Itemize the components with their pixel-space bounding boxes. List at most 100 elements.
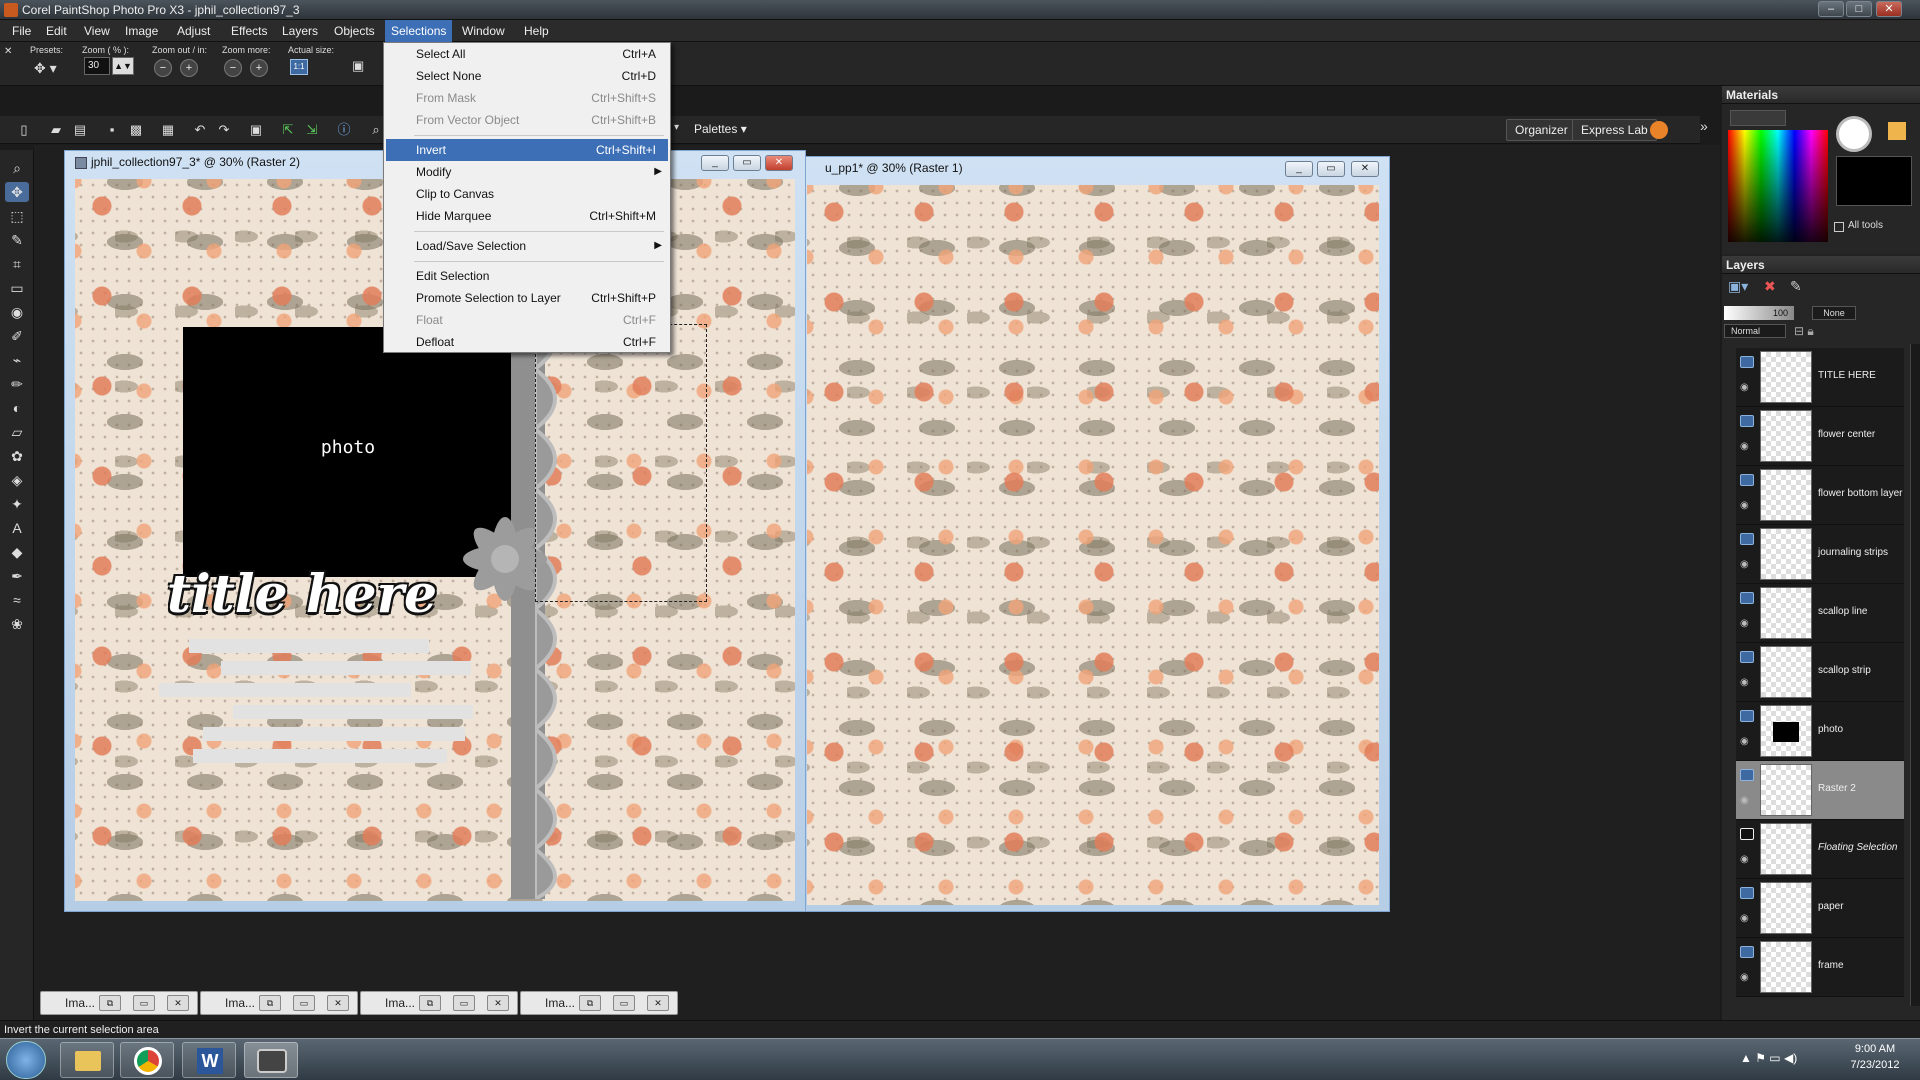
eye-icon[interactable]: ◉ — [1740, 500, 1749, 511]
eye-icon[interactable]: ◉ — [1740, 795, 1749, 806]
menu-item-edit-selection[interactable]: Edit Selection — [386, 265, 668, 287]
maximize-icon[interactable]: ▭ — [613, 995, 635, 1011]
maximize-icon[interactable]: ▭ — [293, 995, 315, 1011]
paintshop-taskbar-icon[interactable] — [244, 1042, 298, 1078]
redo-icon[interactable]: ↷ — [214, 120, 234, 140]
color-spectrum[interactable] — [1728, 130, 1828, 242]
crop-tool-icon[interactable]: ⌗ — [5, 254, 29, 274]
layer-visibility-icon[interactable] — [1740, 651, 1754, 663]
menu-item-defloat[interactable]: Defloat Ctrl+F — [386, 331, 668, 353]
materials-tabs[interactable] — [1730, 110, 1786, 126]
delete-layer-icon[interactable]: ✖ — [1764, 278, 1784, 298]
menu-item-from-mask[interactable]: From Mask Ctrl+Shift+S — [386, 87, 668, 109]
help-globe-icon[interactable] — [1650, 121, 1668, 139]
save-as-icon[interactable]: ▩ — [126, 120, 146, 140]
minimized-window[interactable]: Ima... ⧉ ▭ ✕ — [40, 991, 198, 1015]
minimized-window[interactable]: Ima... ⧉ ▭ ✕ — [200, 991, 358, 1015]
maximize-icon[interactable]: ▭ — [133, 995, 155, 1011]
zoom-stepper[interactable]: ▲▼ — [112, 57, 134, 75]
eye-icon[interactable]: ◉ — [1740, 559, 1749, 570]
browse-icon[interactable]: ▤ — [70, 120, 90, 140]
menu-image[interactable]: Image — [119, 20, 164, 42]
all-tools-checkbox[interactable] — [1834, 222, 1844, 232]
doc1-restore-button[interactable]: ▭ — [733, 155, 761, 171]
layer-visibility-icon[interactable] — [1740, 946, 1754, 958]
new-file-icon[interactable]: ▯ — [14, 120, 34, 140]
layer-row[interactable]: ◉ photo — [1736, 702, 1904, 761]
palettes-menu[interactable]: Palettes ▾ — [694, 122, 747, 136]
zoom-in-icon[interactable]: + — [180, 59, 198, 77]
background-swatch[interactable] — [1888, 122, 1906, 140]
layer-row[interactable]: ◉ Floating Selection — [1736, 820, 1904, 879]
collapse-arrow-icon[interactable]: » — [1700, 118, 1708, 134]
selection-tool-icon[interactable]: ⬚ — [5, 206, 29, 226]
menu-help[interactable]: Help — [518, 20, 555, 42]
layer-visibility-icon[interactable] — [1740, 474, 1754, 486]
eye-icon[interactable]: ◉ — [1740, 736, 1749, 747]
zoom-more-in-icon[interactable]: + — [250, 59, 268, 77]
doc1-minimize-button[interactable]: _ — [701, 155, 729, 171]
layer-row[interactable]: ◉ paper — [1736, 879, 1904, 938]
menu-objects[interactable]: Objects — [328, 20, 381, 42]
export-icon[interactable]: ⇲ — [302, 120, 322, 140]
menu-layers[interactable]: Layers — [276, 20, 324, 42]
save-icon[interactable]: ▪ — [102, 120, 122, 140]
menu-item-from-vector-object[interactable]: From Vector Object Ctrl+Shift+B — [386, 109, 668, 131]
menu-item-promote-selection[interactable]: Promote Selection to Layer Ctrl+Shift+P — [386, 287, 668, 309]
organizer-button[interactable]: Organizer — [1506, 119, 1577, 141]
clone-tool-icon[interactable]: ⌁ — [5, 350, 29, 370]
eye-icon[interactable]: ◉ — [1740, 382, 1749, 393]
menu-item-float[interactable]: Float Ctrl+F — [386, 309, 668, 331]
menu-item-modify[interactable]: Modify ▶ — [386, 161, 668, 183]
eye-icon[interactable]: ◉ — [1740, 972, 1749, 983]
close-icon[interactable]: ✕ — [487, 995, 509, 1011]
title-art[interactable]: title here — [167, 564, 437, 625]
doc2-minimize-button[interactable]: _ — [1285, 161, 1313, 177]
layers-scrollbar[interactable] — [1910, 344, 1920, 1006]
info-icon[interactable]: ⓘ — [334, 120, 354, 140]
maximize-button[interactable]: □ — [1846, 1, 1872, 17]
lock-icon[interactable]: ⊟ 🔒︎ — [1794, 324, 1814, 339]
selection-marquee[interactable] — [535, 324, 707, 602]
options-close-icon[interactable]: ✕ — [4, 46, 12, 57]
menu-item-clip-to-canvas[interactable]: Clip to Canvas — [386, 183, 668, 205]
import-icon[interactable]: ⇱ — [278, 120, 298, 140]
menu-item-select-none[interactable]: Select None Ctrl+D — [386, 65, 668, 87]
eye-icon[interactable]: ◉ — [1740, 618, 1749, 629]
menu-window[interactable]: Window — [456, 20, 511, 42]
document-2-canvas[interactable] — [807, 185, 1379, 905]
layer-row[interactable]: ◉ scallop line — [1736, 584, 1904, 643]
menu-adjust[interactable]: Adjust — [171, 20, 216, 42]
layer-row[interactable]: ◉ flower bottom layer — [1736, 466, 1904, 525]
pick-tool-icon[interactable]: ✥ — [5, 182, 29, 202]
close-icon[interactable]: ✕ — [647, 995, 669, 1011]
word-taskbar-icon[interactable]: W — [182, 1042, 236, 1078]
more-arrow-icon[interactable]: ▾ — [674, 122, 679, 133]
menu-selections[interactable]: Selections — [385, 20, 453, 42]
print-icon[interactable]: ▣ — [352, 58, 364, 74]
mesh-warp-icon[interactable]: ❀ — [5, 614, 29, 634]
new-layer-icon[interactable]: ▣▾ — [1728, 278, 1756, 298]
zoom-out-icon[interactable]: − — [154, 59, 172, 77]
restore-icon[interactable]: ⧉ — [99, 995, 121, 1011]
undo-icon[interactable]: ↶ — [190, 120, 210, 140]
layer-row[interactable]: ◉ journaling strips — [1736, 525, 1904, 584]
eye-icon[interactable]: ◉ — [1740, 441, 1749, 452]
layer-visibility-icon[interactable] — [1740, 710, 1754, 722]
minimized-window[interactable]: Ima... ⧉ ▭ ✕ — [360, 991, 518, 1015]
lighten-darken-icon[interactable]: ◐ — [5, 398, 29, 418]
red-eye-tool-icon[interactable]: ◉ — [5, 302, 29, 322]
zoom-input[interactable]: 30 — [84, 57, 110, 75]
zoom-tool-icon[interactable]: ⌕ — [5, 158, 29, 178]
layer-row-selected[interactable]: ◉ Raster 2 — [1736, 761, 1904, 820]
menu-item-invert[interactable]: Invert Ctrl+Shift+I — [386, 139, 668, 161]
layer-visibility-icon[interactable] — [1740, 887, 1754, 899]
chrome-taskbar-icon[interactable] — [120, 1042, 174, 1078]
eraser-tool-icon[interactable]: ▱ — [5, 422, 29, 442]
preset-shape-icon[interactable]: ◆ — [5, 542, 29, 562]
dropper-tool-icon[interactable]: ✎ — [5, 230, 29, 250]
opacity-slider[interactable]: 100 — [1724, 306, 1794, 320]
clock-time[interactable]: 9:00 AM — [1840, 1043, 1910, 1055]
makeover-tool-icon[interactable]: ✐ — [5, 326, 29, 346]
actual-size-icon[interactable]: 1:1 — [290, 59, 308, 75]
